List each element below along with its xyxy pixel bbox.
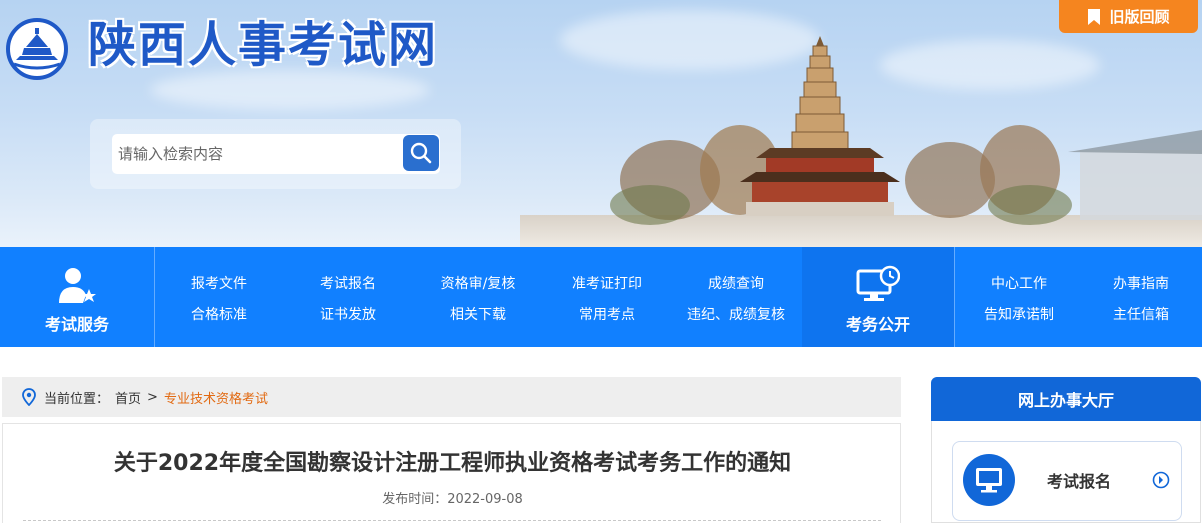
nav-link-registration[interactable]: 考试报名 bbox=[283, 273, 413, 293]
nav-link-certificate[interactable]: 证书发放 bbox=[283, 304, 413, 324]
monitor-clock-icon bbox=[856, 265, 900, 301]
article-panel: 关于2022年度全国勘察设计注册工程师执业资格考试考务工作的通知 发布时间：20… bbox=[2, 423, 901, 523]
big-wild-goose-pagoda-illustration bbox=[520, 36, 1202, 247]
breadcrumb-home[interactable]: 首页 bbox=[115, 388, 141, 407]
site-title: 陕西人事考试网 bbox=[88, 17, 439, 73]
side-panel-title: 网上办事大厅 bbox=[931, 377, 1201, 421]
computer-icon bbox=[963, 454, 1015, 506]
nav-link-director-mailbox[interactable]: 主任信箱 bbox=[1076, 304, 1202, 324]
article-date-line: 发布时间：2022-09-08 bbox=[3, 488, 902, 507]
side-card-exam-registration[interactable]: 考试报名 bbox=[952, 441, 1182, 521]
breadcrumb: 当前位置： 首页 > 专业技术资格考试 bbox=[2, 377, 901, 417]
arrow-right-circle-icon bbox=[1152, 471, 1170, 489]
nav-exam-affairs[interactable]: 考务公开 bbox=[802, 247, 954, 347]
nav-link-score-query[interactable]: 成绩查询 bbox=[671, 273, 801, 293]
main-nav: 考试服务 报考文件 考试报名 资格审/复核 准考证打印 成绩查询 合格标准 证书… bbox=[0, 247, 1202, 347]
cloud-decor bbox=[150, 70, 430, 110]
nav-links: 报考文件 考试报名 资格审/复核 准考证打印 成绩查询 合格标准 证书发放 相关… bbox=[154, 247, 802, 347]
nav-exam-service-label: 考试服务 bbox=[44, 315, 109, 334]
search-icon bbox=[410, 142, 432, 164]
nav-link-violation-review[interactable]: 违纪、成绩复核 bbox=[671, 304, 801, 324]
side-card-label: 考试报名 bbox=[1047, 472, 1112, 491]
search-box bbox=[90, 119, 461, 189]
search-button[interactable] bbox=[403, 135, 439, 171]
location-pin-icon bbox=[22, 388, 36, 406]
site-logo-icon[interactable] bbox=[4, 18, 70, 80]
nav-link-exam-documents[interactable]: 报考文件 bbox=[154, 273, 284, 293]
nav-link-center-work[interactable]: 中心工作 bbox=[954, 273, 1084, 293]
nav-link-admission-ticket[interactable]: 准考证打印 bbox=[542, 273, 672, 293]
nav-link-pass-standard[interactable]: 合格标准 bbox=[154, 304, 284, 324]
nav-link-qualification-review[interactable]: 资格审/复核 bbox=[413, 273, 543, 293]
nav-right-links: 中心工作 办事指南 告知承诺制 主任信箱 bbox=[954, 247, 1202, 347]
nav-link-downloads[interactable]: 相关下载 bbox=[413, 304, 543, 324]
user-star-icon bbox=[59, 268, 96, 303]
header-banner: 陕西人事考试网 旧版回顾 bbox=[0, 0, 1202, 247]
bookmark-icon bbox=[1088, 8, 1101, 25]
article-divider bbox=[23, 520, 881, 521]
search-input[interactable] bbox=[112, 134, 440, 174]
old-version-label: 旧版回顾 bbox=[1109, 8, 1170, 26]
breadcrumb-current[interactable]: 专业技术资格考试 bbox=[164, 388, 268, 407]
nav-link-exam-sites[interactable]: 常用考点 bbox=[542, 304, 672, 324]
nav-link-commitment[interactable]: 告知承诺制 bbox=[954, 304, 1084, 324]
old-version-button[interactable]: 旧版回顾 bbox=[1059, 0, 1198, 33]
article-title: 关于2022年度全国勘察设计注册工程师执业资格考试考务工作的通知 bbox=[113, 451, 792, 476]
side-panel: 考试报名 bbox=[931, 421, 1201, 523]
breadcrumb-separator: > bbox=[147, 389, 158, 405]
article-date-label: 发布时间： bbox=[382, 492, 448, 507]
nav-exam-service[interactable]: 考试服务 bbox=[0, 247, 154, 347]
nav-link-guide[interactable]: 办事指南 bbox=[1076, 273, 1202, 293]
article-date: 2022-09-08 bbox=[447, 492, 523, 507]
breadcrumb-prefix: 当前位置： bbox=[44, 391, 110, 407]
nav-exam-affairs-label: 考务公开 bbox=[845, 315, 910, 334]
